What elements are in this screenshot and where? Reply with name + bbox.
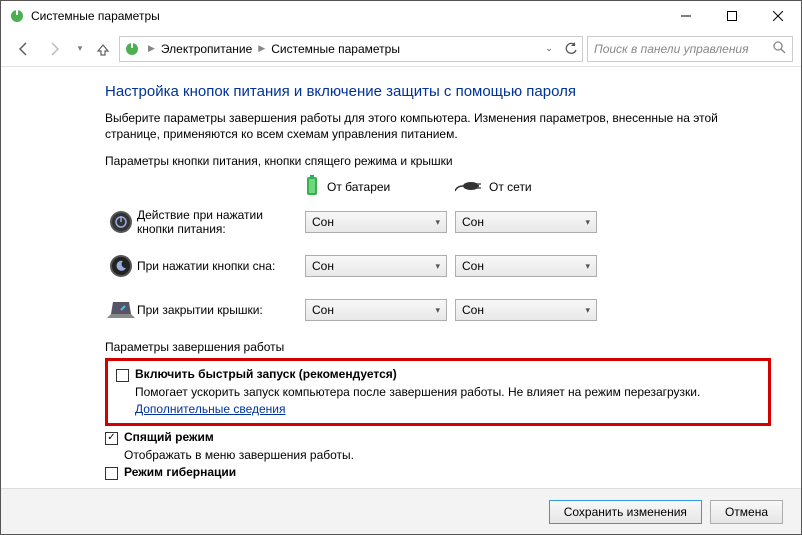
checkbox-description: Помогает ускорить запуск компьютера посл…: [135, 384, 760, 416]
cancel-button[interactable]: Отмена: [710, 500, 783, 524]
navbar: ▾ ▶ Электропитание ▶ Системные параметры…: [1, 31, 801, 67]
chevron-down-icon: ▾: [435, 305, 440, 316]
page-title: Настройка кнопок питания и включение защ…: [105, 83, 771, 100]
content-area: Настройка кнопок питания и включение защ…: [1, 67, 801, 488]
checkbox-fast-startup[interactable]: [116, 369, 129, 382]
row-sleep-button: При нажатии кнопки сна: Сон▾ Сон▾: [105, 246, 771, 286]
power-options-icon: [9, 8, 25, 24]
combo-sleep-ac[interactable]: Сон▾: [455, 255, 597, 277]
maximize-button[interactable]: [709, 1, 755, 31]
footer-buttons: Сохранить изменения Отмена: [1, 488, 801, 534]
row-label: При закрытии крышки:: [137, 303, 305, 317]
titlebar: Системные параметры: [1, 1, 801, 31]
checkbox-sleep[interactable]: [105, 432, 118, 445]
breadcrumb-item[interactable]: Электропитание: [161, 42, 252, 56]
chevron-down-icon: ▾: [435, 261, 440, 272]
sleep-button-icon: [105, 254, 137, 278]
section-header: Параметры завершения работы: [105, 340, 771, 354]
page-intro: Выберите параметры завершения работы для…: [105, 110, 771, 142]
search-icon: [773, 41, 786, 57]
row-label: Действие при нажатии кнопки питания:: [137, 208, 305, 236]
chevron-down-icon: ▾: [435, 217, 440, 228]
nav-forward-button[interactable]: [41, 35, 69, 63]
address-bar[interactable]: ▶ Электропитание ▶ Системные параметры ⌄: [119, 36, 583, 62]
chevron-down-icon: ▾: [585, 217, 590, 228]
address-dropdown-button[interactable]: ⌄: [538, 37, 560, 61]
column-header-battery: От батареи: [305, 175, 455, 200]
chevron-down-icon: ▾: [585, 261, 590, 272]
close-button[interactable]: [755, 1, 801, 31]
checkbox-hibernate[interactable]: [105, 467, 118, 480]
row-lid-close: При закрытии крышки: Сон▾ Сон▾: [105, 290, 771, 330]
refresh-button[interactable]: [560, 37, 582, 61]
battery-icon: [305, 175, 319, 200]
chevron-right-icon: ▶: [144, 43, 159, 54]
more-info-link[interactable]: Дополнительные сведения: [135, 402, 285, 416]
column-header-ac: От сети: [455, 179, 605, 196]
plug-icon: [455, 179, 481, 196]
chevron-right-icon: ▶: [254, 43, 269, 54]
combo-power-ac[interactable]: Сон▾: [455, 211, 597, 233]
nav-back-button[interactable]: [9, 35, 37, 63]
chevron-down-icon: ▾: [585, 305, 590, 316]
power-options-icon: [124, 41, 140, 57]
row-power-button: Действие при нажатии кнопки питания: Сон…: [105, 202, 771, 242]
nav-up-button[interactable]: [91, 35, 115, 63]
recent-locations-button[interactable]: ▾: [73, 35, 87, 63]
checkbox-label: Включить быстрый запуск (рекомендуется): [135, 367, 397, 381]
combo-power-battery[interactable]: Сон▾: [305, 211, 447, 233]
checkbox-description: Отображать в меню завершения работы.: [124, 447, 771, 463]
combo-lid-ac[interactable]: Сон▾: [455, 299, 597, 321]
save-button[interactable]: Сохранить изменения: [549, 500, 702, 524]
row-label: При нажатии кнопки сна:: [137, 259, 305, 273]
highlighted-option-box: Включить быстрый запуск (рекомендуется) …: [105, 358, 771, 425]
power-button-icon: [105, 210, 137, 234]
checkbox-label: Режим гибернации: [124, 465, 236, 479]
combo-sleep-battery[interactable]: Сон▾: [305, 255, 447, 277]
window-title: Системные параметры: [31, 9, 663, 23]
breadcrumb-item[interactable]: Системные параметры: [271, 42, 400, 56]
search-placeholder: Поиск в панели управления: [594, 42, 767, 56]
checkbox-label: Спящий режим: [124, 430, 214, 444]
combo-lid-battery[interactable]: Сон▾: [305, 299, 447, 321]
search-input[interactable]: Поиск в панели управления: [587, 36, 793, 62]
section-header: Параметры кнопки питания, кнопки спящего…: [105, 154, 771, 168]
minimize-button[interactable]: [663, 1, 709, 31]
laptop-lid-icon: [105, 300, 137, 320]
